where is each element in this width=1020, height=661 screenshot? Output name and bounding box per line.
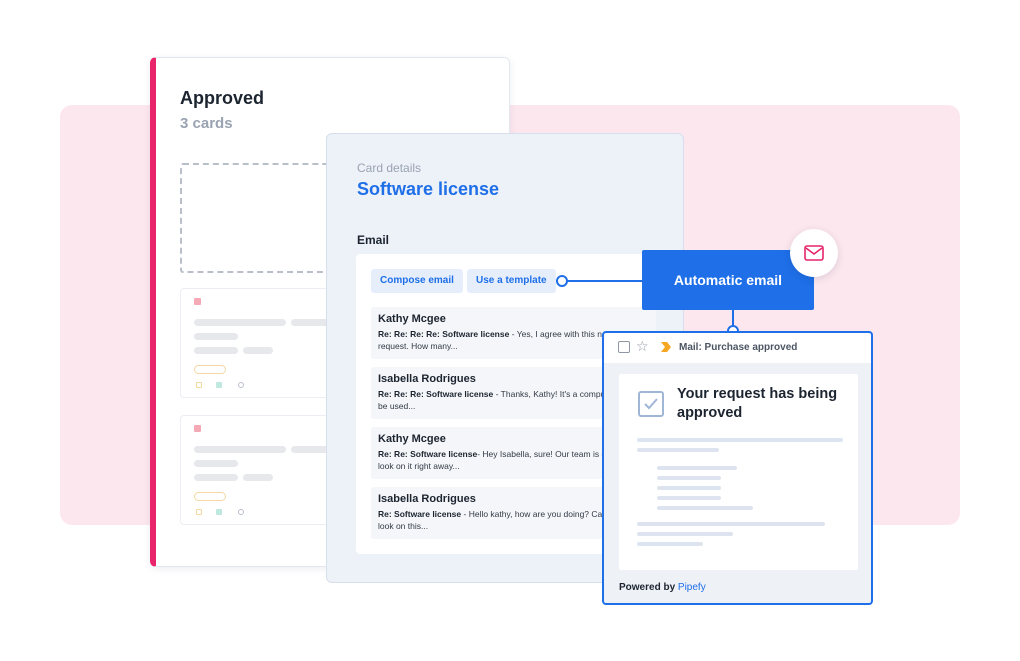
mail-heading: Your request has being approved <box>677 386 838 421</box>
checkmark-icon <box>638 391 664 417</box>
phase-card-count: 3 cards <box>180 115 233 132</box>
thread-sender: Kathy Mcgee <box>378 313 446 325</box>
star-icon[interactable]: ☆ <box>636 337 649 355</box>
checklist-icon <box>216 509 222 515</box>
attachment-icon <box>196 382 202 388</box>
card-label-dot <box>194 298 201 305</box>
select-checkbox[interactable] <box>618 341 630 353</box>
compose-email-button[interactable]: Compose email <box>371 269 463 293</box>
phase-title: Approved <box>180 88 265 108</box>
refresh-icon <box>238 382 244 388</box>
card-details-kicker: Card details <box>357 161 422 175</box>
mail-icon <box>790 229 838 277</box>
importance-tag-icon <box>661 342 671 352</box>
refresh-icon <box>238 509 244 515</box>
use-template-button[interactable]: Use a template <box>467 269 556 293</box>
mail-toolbar: ☆ Mail: Purchase approved <box>604 333 871 363</box>
checklist-icon <box>216 382 222 388</box>
email-section-label: Email <box>357 233 390 247</box>
mail-body: Your request has being approved <box>619 374 858 570</box>
powered-by: Powered by Pipefy <box>619 582 706 593</box>
pipefy-link[interactable]: Pipefy <box>678 582 706 593</box>
attachment-icon <box>196 509 202 515</box>
connector-line <box>566 280 644 282</box>
card-label-dot <box>194 425 201 432</box>
automatic-email-badge[interactable]: Automatic email <box>642 250 814 310</box>
card-title: Software license <box>357 179 500 199</box>
card-tag <box>194 365 226 374</box>
mail-subject: Mail: Purchase approved <box>679 342 798 353</box>
email-preview-window: ☆ Mail: Purchase approved Your request h… <box>602 331 873 605</box>
card-tag <box>194 492 226 501</box>
connector-node <box>556 275 568 287</box>
